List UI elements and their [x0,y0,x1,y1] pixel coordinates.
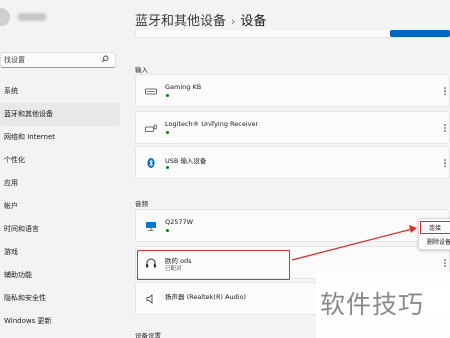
settings-search-input[interactable]: 找设置 [0,52,116,68]
more-options-icon[interactable] [441,86,449,96]
remove-device-menu-item[interactable]: 删除设备 [419,236,450,249]
user-avatar[interactable] [0,8,10,26]
sidebar-item-personalization[interactable]: 个性化 [0,149,120,172]
speaker-icon [146,294,153,304]
sidebar-item-system[interactable]: 系统 [0,80,120,103]
device-name: 扬声器 (Realtek(R) Audio) [165,293,247,301]
page-title: 设备 [240,14,267,29]
sidebar-nav: 系统 蓝牙和其他设备 网络和 Internet 个性化 应用 帐户 时间和语言 … [0,80,120,333]
sidebar-item-time-language[interactable]: 时间和语言 [0,218,120,241]
connect-menu-item[interactable]: 连接 [420,221,450,234]
sidebar-item-windows-update[interactable]: Windows 更新 [0,310,120,333]
sidebar-item-network[interactable]: 网络和 Internet [0,126,120,149]
search-icon[interactable] [101,55,109,63]
sidebar-item-label: 网络和 Internet [4,133,56,141]
section-title-device-settings: 设备设置 [135,332,161,338]
sidebar-item-accessibility[interactable]: 辅助功能 [0,264,120,287]
sidebar-item-label: 应用 [4,179,18,187]
bluetooth-icon [147,158,155,168]
sidebar-item-label: 隐私和安全性 [4,294,46,302]
status-dot [166,166,169,169]
add-device-button-edge[interactable] [390,30,450,37]
watermark-text: 软件技巧 [320,290,425,319]
status-dot [166,229,169,232]
sidebar-item-label: 时间和语言 [4,225,39,233]
breadcrumb-parent[interactable]: 蓝牙和其他设备 [135,14,226,29]
device-name: USB 输入设备 [165,157,207,165]
device-card-logitech-receiver[interactable]: Logitech® Unifying Receiver [135,111,450,144]
sidebar-item-accounts[interactable]: 帐户 [0,195,120,218]
section-title-input: 输入 [135,66,148,74]
annotation-highlight-box [137,250,290,280]
sidebar-item-apps[interactable]: 应用 [0,172,120,195]
sidebar: 找设置 系统 蓝牙和其他设备 网络和 Internet 个性化 应用 帐户 时间… [0,0,122,338]
keyboard-icon [145,88,157,95]
sidebar-item-gaming[interactable]: 游戏 [0,241,120,264]
sidebar-item-label: Windows 更新 [4,317,52,325]
keyboard-mouse-icon [145,124,157,132]
sidebar-item-label: 辅助功能 [4,271,32,279]
status-dot [166,94,169,97]
more-options-icon[interactable] [441,258,449,268]
device-card-usb-input[interactable]: USB 输入设备 [135,146,450,179]
device-name: Gaming KB [165,83,202,91]
monitor-icon [146,222,156,231]
device-context-menu: 连接 删除设备 [418,218,450,250]
device-card-gaming-kb[interactable]: Gaming KB [135,74,450,107]
user-name-blurred [18,13,46,21]
status-dot [166,131,169,134]
sidebar-item-label: 系统 [4,87,18,95]
sidebar-item-label: 个性化 [4,156,25,164]
breadcrumb: 蓝牙和其他设备 › 设备 [135,10,266,29]
breadcrumb-separator: › [231,15,236,28]
sidebar-item-privacy[interactable]: 隐私和安全性 [0,287,120,310]
sidebar-item-bluetooth-devices[interactable]: 蓝牙和其他设备 [0,103,120,126]
device-name: Q2577W [165,218,194,226]
device-card-q2577w[interactable]: Q2577W [135,209,450,242]
search-placeholder: 找设置 [4,56,25,64]
device-name: Logitech® Unifying Receiver [165,120,259,128]
more-options-icon[interactable] [441,158,449,168]
sidebar-item-label: 游戏 [4,248,18,256]
sidebar-item-label: 蓝牙和其他设备 [4,110,53,118]
sidebar-item-label: 帐户 [4,202,18,210]
more-options-icon[interactable] [441,123,449,133]
section-title-audio: 音频 [135,200,148,208]
